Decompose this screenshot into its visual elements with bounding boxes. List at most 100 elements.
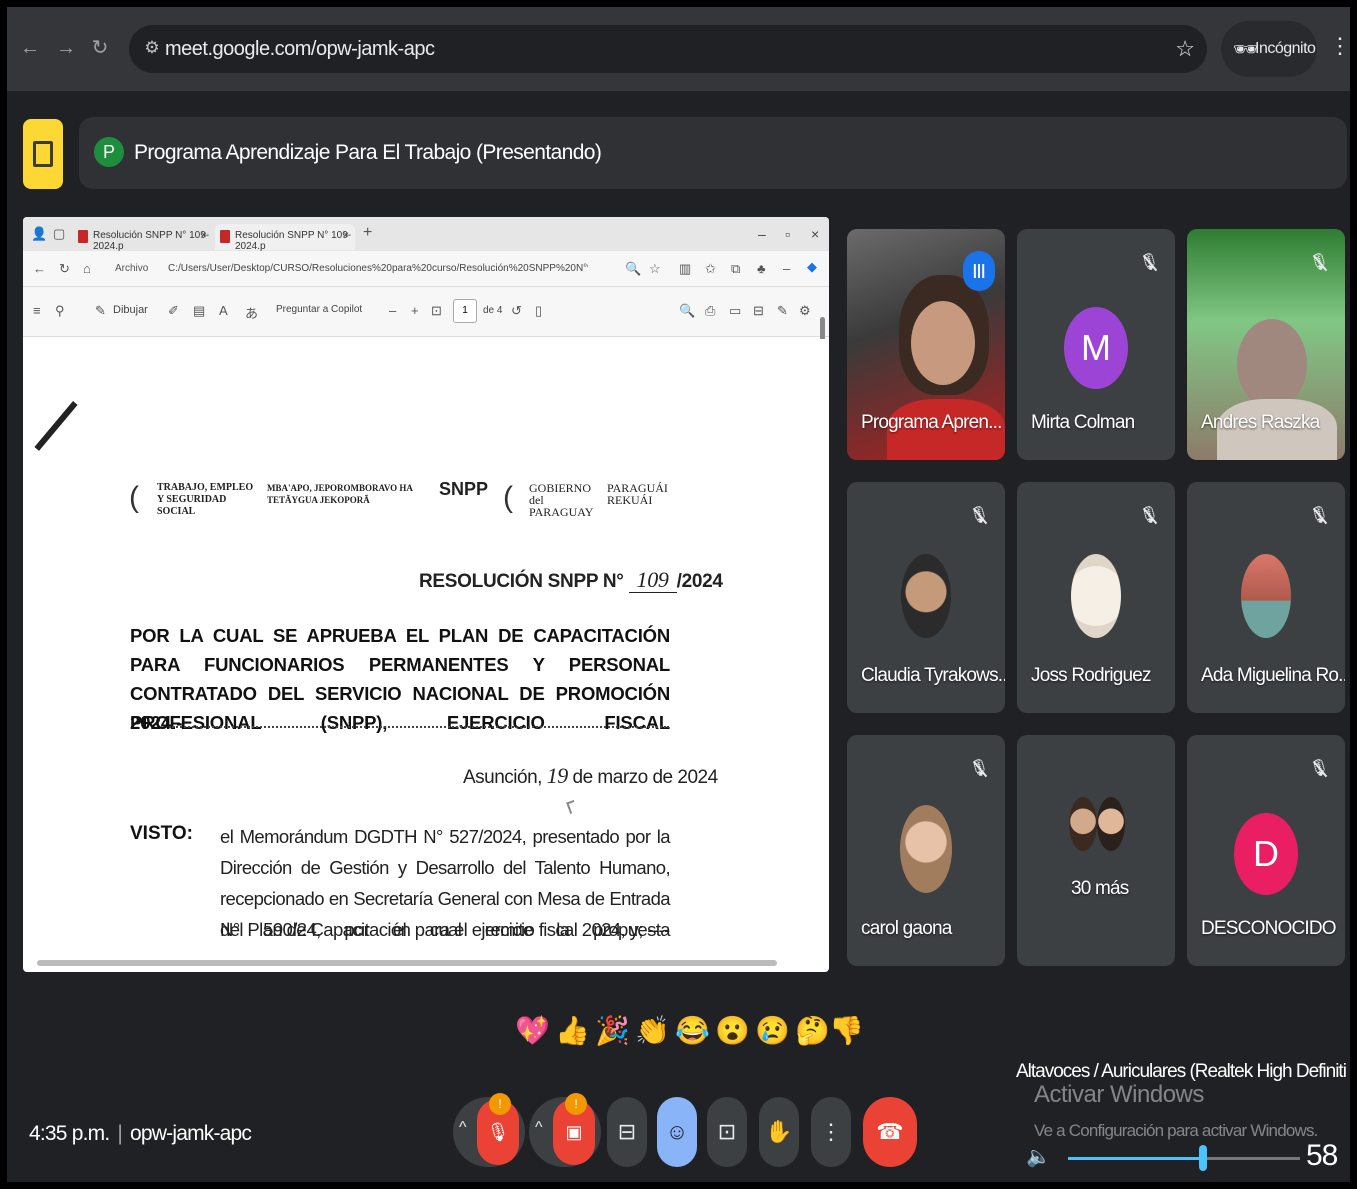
clap-reaction-button[interactable]: 👏 (635, 1015, 670, 1047)
pdf-reload-icon[interactable]: ↻ (59, 261, 70, 277)
translate-icon[interactable]: あ (245, 303, 258, 322)
camera-options-chevron-icon[interactable]: ^ (535, 1119, 543, 1137)
participant-tile-andres[interactable]: 🎙 Andres Raszka (1187, 229, 1345, 460)
participant-tile-mirta[interactable]: 🎙 M Mirta Colman (1017, 229, 1175, 460)
collections-icon[interactable]: ⧉ (731, 261, 740, 277)
audio-device-name[interactable]: Altavoces / Auriculares (Realtek High De… (1016, 1061, 1346, 1083)
participant-tile-presenter[interactable]: ||| Programa Apren... (847, 229, 1005, 460)
avatar (1097, 797, 1125, 851)
captions-button[interactable]: ⊟ (607, 1097, 647, 1167)
leave-call-button[interactable]: ☎ (863, 1097, 917, 1167)
volume-slider-thumb[interactable] (1198, 1145, 1207, 1171)
pdf-tab-2[interactable]: Resolución SNPP N° 109-2024.p × (215, 224, 355, 252)
participant-tile-ada[interactable]: 🎙 Ada Miguelina Ro... (1187, 482, 1345, 713)
mic-off-icon: 🎙 (1137, 504, 1161, 528)
presenter-avatar: P (94, 137, 124, 167)
window-close-icon[interactable]: × (811, 226, 819, 242)
reload-icon[interactable]: ↻ (89, 37, 111, 59)
more-options-button[interactable]: ⋮ (811, 1097, 851, 1167)
ask-copilot-button[interactable]: Preguntar a Copilot (276, 304, 362, 315)
browser-toolbar: ← → ↻ ⚙ meet.google.com/opw-jamk-apc ☆ 🕶… (7, 7, 1350, 91)
favorites-icon[interactable]: ✩ (705, 261, 716, 277)
site-settings-icon[interactable]: ⚙ (141, 37, 163, 59)
ministry-logo-icon: ( (129, 481, 139, 514)
browser-menu-icon[interactable]: ⋮ (1329, 33, 1350, 59)
visto-label: VISTO: (130, 823, 193, 844)
favorite-icon[interactable]: ☆ (649, 261, 661, 277)
rotate-icon[interactable]: ↺ (511, 303, 522, 319)
mic-options-chevron-icon[interactable]: ^ (459, 1119, 467, 1137)
thumbs-down-reaction-button[interactable]: 👎 (829, 1015, 864, 1047)
participant-tile-claudia[interactable]: 🎙 Claudia Tyrakows... (847, 482, 1005, 713)
bookmark-star-icon[interactable]: ☆ (1175, 36, 1195, 62)
pdf-tab-1[interactable]: Resolución SNPP N° 109-2024.p × (73, 224, 213, 252)
avatar (1069, 797, 1097, 851)
meeting-code[interactable]: opw-jamk-apc (130, 1122, 252, 1145)
more-icon[interactable]: – (783, 261, 790, 276)
resolution-year: /2024 (676, 571, 723, 592)
volume-slider[interactable] (1068, 1145, 1300, 1171)
surprised-reaction-button[interactable]: 😮 (715, 1015, 750, 1047)
tab-actions-icon[interactable]: ▢ (53, 226, 65, 242)
address-bar[interactable]: ⚙ meet.google.com/opw-jamk-apc ☆ (129, 25, 1207, 73)
thumbs-up-reaction-button[interactable]: 👍 (555, 1015, 590, 1047)
home-icon[interactable]: ⌂ (83, 261, 91, 276)
page-number-input[interactable]: 1 (453, 299, 477, 323)
raise-hand-button[interactable]: ✋ (759, 1097, 799, 1167)
fit-icon[interactable]: ⊡ (431, 303, 442, 319)
participant-tile-desconocido[interactable]: 🎙 D DESCONOCIDO (1187, 735, 1345, 966)
mic-off-icon: 🎙 (1307, 504, 1331, 528)
contents-icon[interactable]: ≡ (33, 303, 41, 318)
participant-tile-more[interactable]: 30 más (1017, 735, 1175, 966)
meeting-app-icon[interactable] (23, 119, 63, 189)
forward-icon[interactable]: → (55, 37, 77, 59)
print-icon[interactable]: ⎙ (705, 303, 715, 319)
profile-icon[interactable]: 👤 (31, 226, 47, 242)
heart-reaction-button[interactable]: 💖 (515, 1015, 550, 1047)
windows-activation-title: Activar Windows (1034, 1081, 1204, 1108)
search-icon[interactable]: 🔍 (679, 303, 695, 319)
sad-reaction-button[interactable]: 😢 (755, 1015, 790, 1047)
zoom-icon[interactable]: 🔍 (625, 261, 641, 277)
copilot-icon[interactable]: ◆ (807, 259, 817, 275)
participant-name: DESCONOCIDO (1201, 918, 1337, 939)
back-icon[interactable]: ← (19, 37, 41, 59)
save-icon[interactable]: ▭ (729, 303, 741, 319)
erase-icon[interactable]: ▤ (193, 303, 205, 319)
new-tab-icon[interactable]: + (363, 224, 372, 242)
present-screen-button[interactable]: ⊡ (707, 1097, 747, 1167)
page-view-icon[interactable]: ▯ (535, 303, 542, 319)
emoji-reactions-button[interactable]: ☺ (657, 1097, 697, 1167)
resolution-number-line: RESOLUCIÓN SNPP N° 109/2024 (419, 567, 723, 593)
pdf-file-path[interactable]: C:/Users/User/Desktop/CURSO/Resoluciones… (168, 263, 588, 274)
meeting-details: 4:35 p.m. | opw-jamk-apc (29, 1122, 252, 1145)
highlight-icon[interactable]: ✐ (168, 303, 179, 319)
avatar (1241, 554, 1291, 638)
laugh-reaction-button[interactable]: 😂 (675, 1015, 710, 1047)
zoom-in-icon[interactable]: + (411, 303, 419, 318)
pdf-back-icon[interactable]: ← (33, 261, 46, 276)
extension-icon[interactable]: ♣ (757, 261, 766, 276)
split-icon[interactable]: ▥ (679, 261, 691, 277)
save-as-icon[interactable]: ⊟ (753, 303, 764, 319)
clock-time: 4:35 p.m. (29, 1122, 110, 1145)
draw-icon[interactable]: ✎ (95, 303, 106, 319)
handwritten-mark (34, 401, 78, 451)
pdf-horizontal-scrollbar[interactable] (37, 960, 777, 966)
minimize-icon[interactable]: – (758, 226, 766, 242)
participant-tile-carol[interactable]: 🎙 carol gaona (847, 735, 1005, 966)
thinking-reaction-button[interactable]: 🤔 (795, 1015, 830, 1047)
party-reaction-button[interactable]: 🎉 (595, 1015, 630, 1047)
incognito-badge[interactable]: 🕶 Incógnito (1221, 21, 1317, 77)
pdf-settings-icon[interactable]: ⚙ (799, 303, 811, 319)
restore-icon[interactable]: ▫ (785, 226, 790, 242)
read-aloud-icon[interactable]: A (219, 303, 228, 318)
filter-icon[interactable]: ⚲ (55, 303, 65, 319)
pdf-tab-1-label: Resolución SNPP N° 109-2024.p (93, 230, 210, 252)
zoom-out-icon[interactable]: – (389, 303, 396, 318)
draw-label[interactable]: Dibujar (113, 304, 148, 316)
edit-icon[interactable]: ✎ (777, 303, 788, 319)
speaker-icon[interactable]: 🔈 (1026, 1144, 1051, 1169)
participant-tile-joss[interactable]: 🎙 Joss Rodriguez (1017, 482, 1175, 713)
camera-warning-badge: ! (565, 1093, 587, 1115)
